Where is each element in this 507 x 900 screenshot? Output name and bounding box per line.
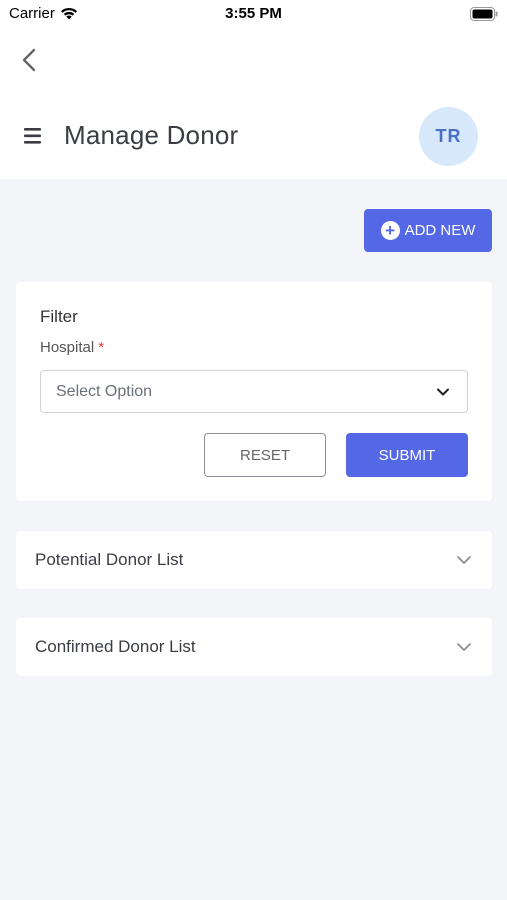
chevron-left-icon (22, 48, 36, 72)
avatar-initials: TR (435, 126, 462, 146)
top-app-bar: Carrier 3:55 PM Manage Donor TR (0, 0, 507, 179)
plus-circle-icon: + (380, 221, 400, 240)
chevron-down-icon (437, 388, 449, 396)
potential-donor-list-accordion[interactable]: Potential Donor List (16, 531, 492, 589)
filter-card: Filter Hospital * Select Option RESET SUB… (16, 282, 492, 501)
battery-icon (470, 7, 498, 21)
add-new-label: ADD NEW (404, 222, 476, 239)
status-time: 3:55 PM (225, 5, 282, 22)
add-new-button[interactable]: + ADD NEW (364, 209, 492, 252)
hospital-label-text: Hospital (40, 339, 95, 356)
confirmed-donor-list-accordion[interactable]: Confirmed Donor List (16, 618, 492, 676)
hospital-label: Hospital * (40, 339, 104, 356)
accordion-label: Confirmed Donor List (35, 637, 196, 656)
chevron-down-icon (457, 643, 471, 651)
status-bar: Carrier 3:55 PM (0, 0, 507, 30)
submit-button[interactable]: SUBMIT (346, 433, 468, 477)
chevron-down-icon (457, 556, 471, 564)
reset-button[interactable]: RESET (204, 433, 326, 477)
page-title: Manage Donor (64, 120, 239, 150)
hamburger-menu-icon[interactable] (22, 126, 44, 146)
accordion-label: Potential Donor List (35, 550, 184, 569)
back-button[interactable] (14, 44, 44, 76)
required-marker: * (98, 339, 105, 356)
hospital-select[interactable]: Select Option (40, 370, 468, 413)
avatar[interactable]: TR (419, 107, 478, 166)
filter-title: Filter (40, 307, 78, 326)
hospital-select-placeholder: Select Option (56, 382, 153, 400)
